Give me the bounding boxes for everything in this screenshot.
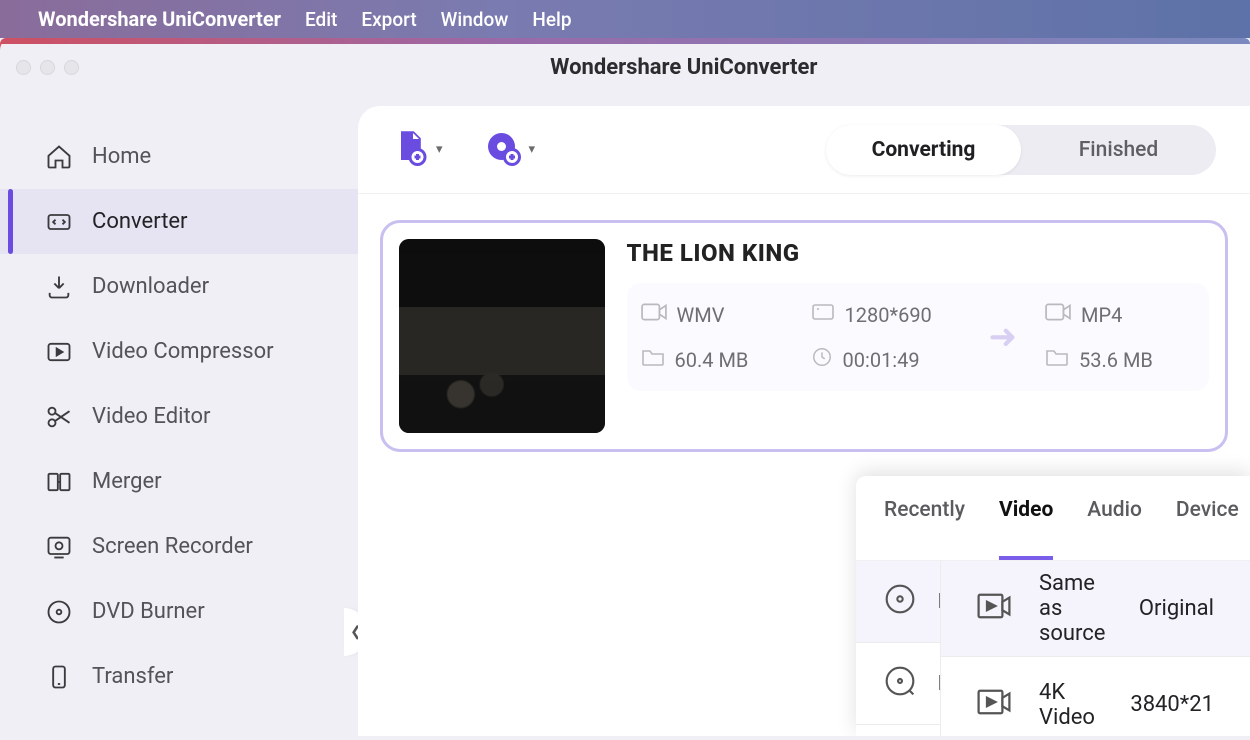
sidebar-item-transfer[interactable]: Transfer (0, 644, 358, 709)
chevron-down-icon: ▾ (529, 142, 536, 157)
menubar-app-name[interactable]: Wondershare UniConverter (38, 7, 281, 31)
preset-list: Same as source Original 4K Video 3840*21… (940, 561, 1250, 736)
sidebar-item-label: Video Compressor (92, 339, 274, 364)
preset-name: Same as source (1039, 571, 1111, 646)
folder-icon (1045, 346, 1069, 373)
add-disc-icon (485, 130, 521, 170)
sidebar-item-label: Video Editor (92, 404, 210, 429)
dest-format: MP4 (1081, 303, 1122, 327)
sidebar: Home Converter Downloader (0, 96, 358, 736)
format-tab-recently[interactable]: Recently (884, 498, 965, 560)
macos-menubar: Wondershare UniConverter Edit Export Win… (0, 0, 1250, 38)
sidebar-item-compressor[interactable]: Video Compressor (0, 319, 358, 384)
disc-play-icon (884, 665, 916, 703)
sidebar-item-recorder[interactable]: Screen Recorder (0, 514, 358, 579)
main-panel: ▾ ▾ Converting Finished (358, 106, 1250, 736)
preset-item-4k[interactable]: 4K Video 3840*21 (941, 657, 1250, 736)
file-info-row: WMV 60.4 MB (627, 283, 1210, 391)
format-tab-audio[interactable]: Audio (1087, 498, 1142, 560)
transfer-icon (44, 662, 74, 692)
source-duration: 00:01:49 (843, 348, 920, 372)
app-window: Wondershare UniConverter Home Converter (0, 38, 1250, 740)
home-icon (44, 142, 74, 172)
video-thumbnail[interactable] (399, 239, 605, 433)
sidebar-item-label: DVD Burner (92, 599, 205, 624)
source-size: 60.4 MB (675, 348, 749, 372)
source-format: WMV (677, 303, 725, 327)
format-picker-popover: Recently Video Audio Device Editing Web … (856, 476, 1250, 736)
chevron-down-icon: ▾ (436, 142, 443, 157)
format-label: MOV (938, 672, 940, 696)
format-category-tabs: Recently Video Audio Device Editing Web … (856, 476, 1250, 560)
sidebar-item-label: Converter (92, 209, 188, 234)
preset-resolution: 3840*21 (1130, 692, 1214, 717)
clock-icon (811, 346, 833, 373)
sidebar-item-label: Transfer (92, 664, 173, 689)
format-item-mp4[interactable]: MP4 (856, 561, 940, 643)
play-rect-icon (977, 688, 1011, 722)
converter-icon (44, 207, 74, 237)
play-rect-icon (977, 592, 1011, 626)
menu-export[interactable]: Export (361, 8, 416, 31)
sidebar-item-label: Home (92, 144, 151, 169)
format-item-mkv[interactable]: MKV (856, 725, 940, 736)
screen-record-icon (44, 532, 74, 562)
preset-item-same-source[interactable]: Same as source Original (941, 561, 1250, 657)
preset-resolution: Original (1139, 596, 1214, 621)
add-disc-button[interactable]: ▾ (485, 130, 536, 170)
sidebar-item-label: Screen Recorder (92, 534, 253, 559)
sidebar-item-editor[interactable]: Video Editor (0, 384, 358, 449)
disc-play-icon (884, 583, 916, 621)
file-card[interactable]: THE LION KING WMV 60.4 MB (380, 220, 1228, 452)
sidebar-item-label: Downloader (92, 274, 209, 299)
compress-icon (44, 337, 74, 367)
scissors-icon (44, 402, 74, 432)
sidebar-item-label: Merger (92, 469, 162, 494)
source-resolution: 1280*690 (845, 303, 932, 327)
menu-help[interactable]: Help (532, 8, 571, 31)
sidebar-item-converter[interactable]: Converter (0, 189, 358, 254)
format-tab-video[interactable]: Video (999, 498, 1053, 560)
arrow-right-icon: ➜ (981, 317, 1026, 357)
tab-converting[interactable]: Converting (826, 125, 1021, 175)
video-format-icon (1045, 301, 1071, 328)
window-titlebar: Wondershare UniConverter (0, 38, 1250, 96)
format-item-mov[interactable]: MOV (856, 643, 940, 725)
file-title: THE LION KING (627, 239, 1210, 267)
merge-icon (44, 467, 74, 497)
video-format-icon (641, 301, 667, 328)
add-file-icon (392, 130, 428, 170)
menu-edit[interactable]: Edit (305, 8, 337, 31)
status-tabs: Converting Finished (826, 125, 1216, 175)
tab-finished[interactable]: Finished (1021, 125, 1216, 175)
dest-size: 53.6 MB (1079, 348, 1153, 372)
add-file-button[interactable]: ▾ (392, 130, 443, 170)
download-icon (44, 272, 74, 302)
toolbar: ▾ ▾ Converting Finished (358, 106, 1250, 194)
format-list[interactable]: MP4 MOV MKV (856, 561, 940, 736)
preset-name: 4K Video (1039, 680, 1102, 730)
window-title: Wondershare UniConverter (550, 55, 817, 80)
sidebar-item-home[interactable]: Home (0, 124, 358, 189)
traffic-lights (16, 60, 79, 75)
folder-icon (641, 346, 665, 373)
sidebar-item-merger[interactable]: Merger (0, 449, 358, 514)
close-window-button[interactable] (16, 60, 31, 75)
resolution-icon (811, 301, 835, 328)
zoom-window-button[interactable] (64, 60, 79, 75)
format-label: MP4 (938, 590, 940, 614)
format-tab-device[interactable]: Device (1176, 498, 1239, 560)
menu-window[interactable]: Window (441, 8, 509, 31)
sidebar-item-dvd[interactable]: DVD Burner (0, 579, 358, 644)
sidebar-item-downloader[interactable]: Downloader (0, 254, 358, 319)
minimize-window-button[interactable] (40, 60, 55, 75)
disc-icon (44, 597, 74, 627)
